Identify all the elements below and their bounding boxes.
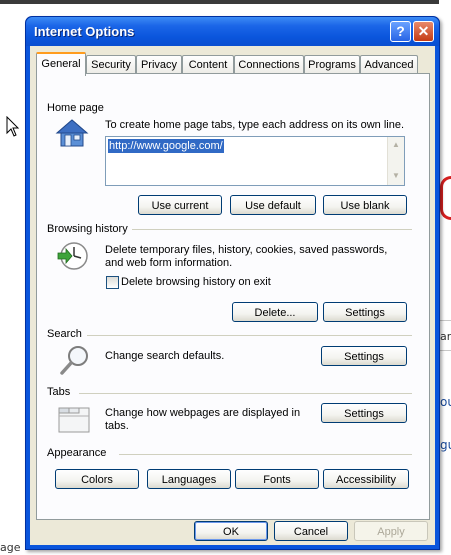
tab-advanced[interactable]: Advanced (360, 55, 418, 74)
mouse-cursor-icon (6, 116, 20, 137)
window-title: Internet Options (34, 24, 135, 39)
magnifier-icon (60, 346, 88, 375)
tab-programs[interactable]: Programs (304, 55, 360, 74)
background-link-fragment[interactable]: our (440, 395, 451, 409)
appearance-heading: Appearance (47, 447, 111, 459)
home-page-instruction: To create home page tabs, type each addr… (105, 119, 405, 131)
delete-on-exit-checkbox[interactable] (106, 276, 119, 289)
delete-on-exit-label[interactable]: Delete browsing history on exit (121, 276, 271, 289)
fonts-button[interactable]: Fonts (235, 469, 319, 489)
tabs-settings-button[interactable]: Settings (321, 403, 407, 423)
dialog-client-area: General Security Privacy Content Connect… (30, 46, 435, 545)
languages-button[interactable]: Languages (147, 469, 231, 489)
browsing-history-heading: Browsing history (47, 223, 132, 235)
tabs-description-line2: tabs. (105, 420, 129, 432)
use-current-button[interactable]: Use current (138, 195, 222, 215)
search-heading: Search (47, 328, 86, 340)
scroll-down-arrow-icon[interactable]: ▼ (390, 170, 402, 182)
tab-privacy[interactable]: Privacy (136, 55, 182, 74)
background-top-bar (0, 0, 451, 4)
use-default-button[interactable]: Use default (230, 195, 316, 215)
browsing-history-description-line2: and web form information. (105, 257, 233, 269)
background-divider (439, 350, 451, 351)
apply-button[interactable]: Apply (354, 521, 428, 541)
title-bar[interactable]: Internet Options ? ✕ (26, 17, 439, 46)
background-link-fragment[interactable]: gu (440, 438, 451, 452)
background-divider (439, 320, 451, 321)
close-button[interactable]: ✕ (413, 21, 434, 42)
browsing-history-divider (132, 229, 412, 230)
search-divider (87, 335, 412, 336)
background-text-fragment: ard (440, 330, 451, 343)
use-blank-button[interactable]: Use blank (323, 195, 407, 215)
scroll-up-arrow-icon[interactable]: ▲ (390, 139, 402, 151)
search-settings-button[interactable]: Settings (321, 346, 407, 366)
delete-button[interactable]: Delete... (232, 302, 318, 322)
cancel-button[interactable]: Cancel (274, 521, 348, 541)
tabs-divider (79, 393, 412, 394)
background-red-logo-fragment (440, 176, 451, 220)
internet-options-dialog: Internet Options ? ✕ General Security Pr… (25, 16, 440, 550)
home-page-heading: Home page (47, 102, 108, 114)
ok-button[interactable]: OK (194, 521, 268, 541)
history-clock-icon (57, 242, 88, 270)
background-right-gutter (439, 0, 451, 555)
search-description: Change search defaults. (105, 350, 225, 362)
accessibility-button[interactable]: Accessibility (323, 469, 409, 489)
tabs-description-line1: Change how webpages are displayed in (105, 407, 301, 419)
tabbed-window-icon (58, 407, 90, 433)
browsing-history-description-line1: Delete temporary files, history, cookies… (105, 244, 388, 256)
home-icon (55, 119, 89, 147)
tab-general[interactable]: General (36, 52, 86, 76)
tabs-heading: Tabs (47, 386, 75, 398)
background-status-text: age (0, 541, 21, 554)
general-tab-panel: Home page To create home page tabs, type… (36, 73, 430, 520)
colors-button[interactable]: Colors (55, 469, 139, 489)
tab-connections[interactable]: Connections (234, 55, 304, 74)
help-button[interactable]: ? (390, 21, 411, 42)
tab-security[interactable]: Security (86, 55, 136, 74)
appearance-divider (119, 454, 412, 455)
url-field-scrollbar[interactable]: ▲ ▼ (387, 137, 404, 185)
browsing-history-settings-button[interactable]: Settings (323, 302, 407, 322)
tab-content[interactable]: Content (182, 55, 234, 74)
home-page-url[interactable]: http://www.google.com/ (108, 139, 224, 153)
home-page-url-field[interactable]: http://www.google.com/ ▲ ▼ (105, 136, 405, 186)
